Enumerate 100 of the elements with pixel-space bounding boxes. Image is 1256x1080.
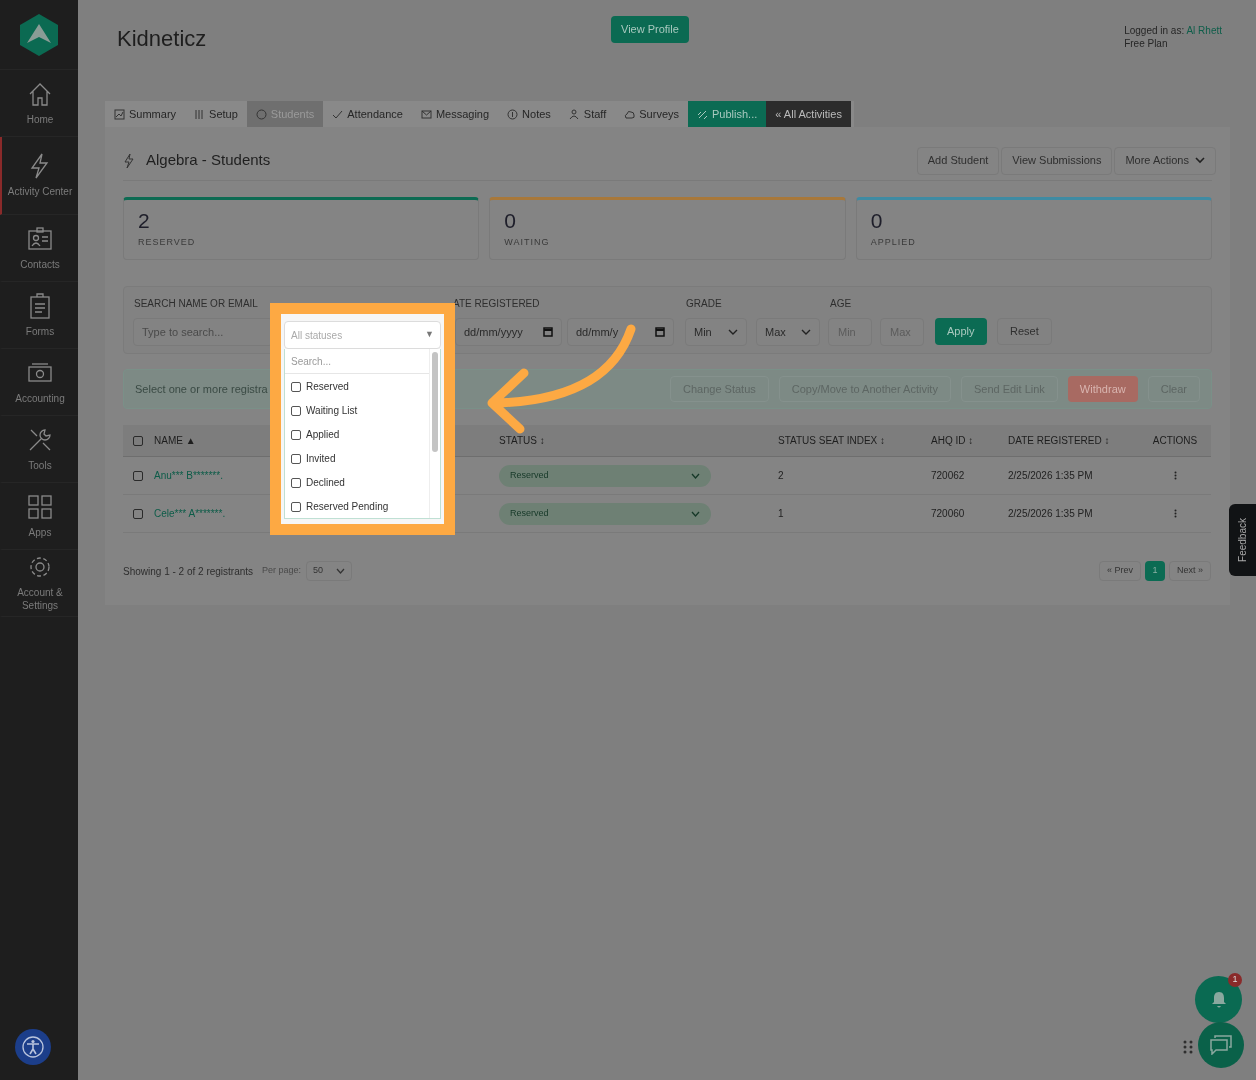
bulk-action-button[interactable]: Withdraw [1067,376,1138,402]
header-button[interactable]: Add Student [916,146,1000,175]
date-field[interactable]: dd/mm/yyyy [455,318,562,346]
select-all-checkbox[interactable] [133,435,143,446]
table-cell: 2/25/2026 1:35 PM [1008,508,1093,519]
sidebar-item[interactable]: Apps [0,483,78,550]
notification-badge: 1 [1228,973,1242,987]
column-header[interactable]: NAME ▲ [154,433,196,448]
apps-grid-icon [27,493,53,520]
student-name-link[interactable]: Cele*** A*******. [154,508,226,519]
status-option[interactable]: Applied [285,422,429,446]
chart-icon [114,108,125,120]
bulk-message: Select one or more registra [135,381,268,397]
header-button[interactable]: View Submissions [1001,146,1113,175]
sidebar-item[interactable]: Home [0,70,78,137]
status-option[interactable]: Waiting List [285,398,429,422]
next-page-button[interactable]: Next » [1169,561,1211,581]
sidebar-item[interactable]: Forms [0,282,78,349]
status-select[interactable]: Reserved [499,464,711,487]
student-name-link[interactable]: Anu*** B*******. [154,470,223,481]
status-option[interactable]: Invited [285,446,429,470]
chevron-down-icon [801,329,811,335]
chat-icon [1210,1035,1232,1055]
registrant-count: Showing 1 - 2 of 2 registrants [123,564,254,579]
checkbox[interactable] [291,430,301,440]
person-icon [568,108,580,120]
table-cell: 2/25/2026 1:35 PM [1008,470,1093,481]
view-profile-button[interactable]: View Profile [611,16,689,43]
tab[interactable]: Messaging [411,101,499,127]
notification-button[interactable] [1195,976,1242,1023]
status-option[interactable]: Reserved Pending [285,494,429,518]
checkbox[interactable] [291,454,301,464]
checkbox[interactable] [291,406,301,416]
stat-label: RESERVED [138,236,197,249]
calendar-icon [543,327,553,337]
tab[interactable]: Setup [185,101,247,127]
column-header[interactable]: AHQ ID ↕ [931,433,974,448]
link-icon [697,108,709,120]
sidebar-item[interactable]: Contacts [0,215,78,282]
stat-value: 0 [504,208,517,234]
logo-icon[interactable] [19,12,59,57]
grade-select[interactable]: Min [685,318,747,346]
row-checkbox[interactable] [133,470,143,481]
header-button[interactable]: More Actions [1114,146,1216,175]
table-cell: 720060 [931,508,965,519]
tab[interactable]: Publish... [688,101,767,127]
column-header[interactable]: STATUS SEAT INDEX ↕ [778,433,886,448]
row-checkbox[interactable] [133,508,143,519]
sidebar-item[interactable]: Accounting [0,349,78,416]
page-button[interactable]: 1 [1145,561,1165,581]
tab[interactable]: « All Activities [766,101,851,127]
table-cell: 1 [778,508,784,519]
status-option[interactable]: Reserved [285,374,429,398]
table-cell: 2 [778,470,784,481]
plan-text: Free Plan [1124,37,1169,50]
scrollbar-thumb[interactable] [432,352,438,452]
bell-icon [1210,990,1227,1009]
filter-label: AGE [830,297,852,311]
checkbox[interactable] [291,502,301,512]
sidebar-item[interactable]: Account & Settings [0,550,78,617]
dropdown-search-field[interactable]: Search... [285,349,429,374]
clipboard-icon [27,292,53,319]
drag-handle-icon[interactable] [1183,1040,1193,1054]
column-header[interactable]: STATUS ↕ [499,433,545,448]
chevron-down-icon [728,329,738,335]
tab[interactable]: Attendance [323,101,412,127]
more-options-icon[interactable] [1173,509,1177,518]
tab[interactable]: Summary [105,101,186,127]
chevron-down-icon [336,568,346,574]
chevron-down-icon [691,510,700,517]
column-header[interactable]: DATE REGISTERED ↕ [1008,433,1110,448]
tab[interactable]: Surveys [615,101,689,127]
column-header[interactable]: ACTIONS [1152,433,1198,448]
tab[interactable]: Notes [498,101,560,127]
cloud-icon [624,108,636,120]
stat-label: WAITING [504,236,551,249]
stat-value: 0 [870,208,884,234]
chevron-down-icon [1195,157,1205,164]
sidebar-item[interactable]: Tools [0,416,78,483]
status-option[interactable]: Declined [285,470,429,494]
filter-label: GRADE [686,297,722,311]
previous-page-button[interactable]: « Prev [1098,561,1141,581]
caret-icon: ▼ [425,328,434,342]
grade-select[interactable]: Max [756,318,820,346]
per-page-select[interactable]: 50 [306,561,353,581]
apply-button[interactable]: Apply [935,318,987,345]
checkbox[interactable] [291,382,301,392]
tools-icon [27,426,53,453]
date-field[interactable]: dd/mm/y [567,318,674,346]
filter-label: SEARCH NAME OR EMAIL [134,297,258,311]
sidebar-item[interactable]: Activity Center [0,137,78,215]
status-select[interactable]: All statuses ▼ [284,321,441,349]
logged-in-text: Logged in as: Al Rhett [1124,24,1222,37]
more-options-icon[interactable] [1173,471,1177,480]
tab[interactable]: Staff [559,101,616,127]
checkbox[interactable] [291,478,301,488]
envelope-icon [420,108,432,120]
feedback-tab[interactable]: Feedback [1229,504,1256,576]
reset-button[interactable]: Reset [997,318,1052,345]
status-select[interactable]: Reserved [499,502,711,525]
